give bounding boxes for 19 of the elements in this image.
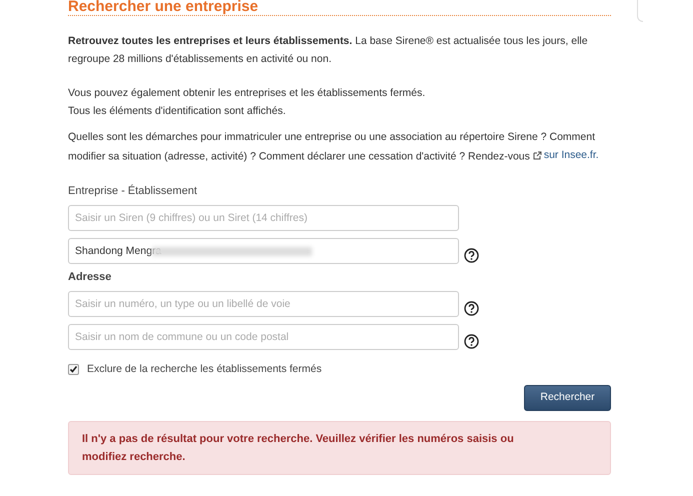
search-button[interactable]: Rechercher xyxy=(524,385,611,412)
section-label: Adresse xyxy=(68,270,112,284)
external-link-icon xyxy=(532,150,542,160)
help-icon[interactable] xyxy=(464,248,479,263)
help-icon[interactable] xyxy=(464,301,479,316)
info-text: Tous les éléments d'identification sont affichés. xyxy=(68,104,287,119)
section-label: Entreprise - Établissement xyxy=(68,184,198,198)
checkbox-label: Exclure de la recherche les établissements fermés xyxy=(87,362,322,376)
intro-text: Retrouvez toutes les entreprises et leurs établissements. La base Sirene® est actualisée tous les jours, elle regroupe 28 millions d'établissements en activité ou non. xyxy=(68,34,589,67)
insee-link[interactable]: sur Insee.fr. xyxy=(532,146,599,164)
help-icon[interactable] xyxy=(464,334,479,349)
exclude-checkbox[interactable] xyxy=(68,364,79,375)
text-field[interactable]: Saisir un Siren (9 chiffres) ou un Siret (14 chiffres) xyxy=(68,204,459,230)
page-title: Rechercher une entreprise xyxy=(68,0,260,14)
help-text: Quelles sont les démarches pour immatriculer une entreprise ou une association au répertoire Sirene ? Comment modifier sa situation (adresse, activité) ? Comment déclarer une cessation d'activité ? Rendez-vous sur Insee.fr. xyxy=(68,130,600,166)
info-text: Vous pouvez également obtenir les entreprises et les établissements fermés. xyxy=(68,86,426,101)
text-field[interactable]: Saisir un nom de commune ou un code postal xyxy=(68,324,459,350)
text-field[interactable]: Saisir un numéro, un type ou un libellé de voie xyxy=(68,290,459,316)
error-message: Il n'y a pas de résultat pour votre recherche. Veuillez vérifier les numéros saisis ou modifiez recherche. xyxy=(82,432,515,466)
